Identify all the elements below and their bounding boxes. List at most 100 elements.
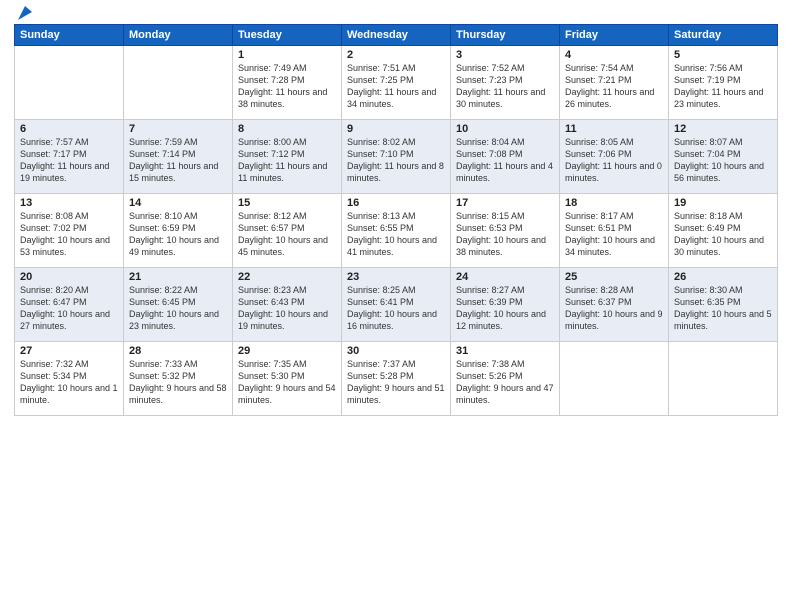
day-number: 21 [129, 271, 227, 283]
day-number: 29 [238, 345, 336, 357]
calendar-day-cell: 23Sunrise: 8:25 AM Sunset: 6:41 PM Dayli… [342, 268, 451, 342]
day-number: 15 [238, 197, 336, 209]
day-number: 2 [347, 49, 445, 61]
calendar-week-row: 20Sunrise: 8:20 AM Sunset: 6:47 PM Dayli… [15, 268, 778, 342]
day-number: 25 [565, 271, 663, 283]
calendar-day-cell: 16Sunrise: 8:13 AM Sunset: 6:55 PM Dayli… [342, 194, 451, 268]
calendar-table: SundayMondayTuesdayWednesdayThursdayFrid… [14, 24, 778, 416]
calendar-day-cell: 29Sunrise: 7:35 AM Sunset: 5:30 PM Dayli… [233, 342, 342, 416]
day-number: 4 [565, 49, 663, 61]
day-number: 9 [347, 123, 445, 135]
calendar-header-cell: Wednesday [342, 25, 451, 46]
day-info: Sunrise: 8:08 AM Sunset: 7:02 PM Dayligh… [20, 210, 118, 259]
day-number: 31 [456, 345, 554, 357]
calendar-day-cell: 28Sunrise: 7:33 AM Sunset: 5:32 PM Dayli… [124, 342, 233, 416]
logo [14, 10, 34, 18]
calendar-body: 1Sunrise: 7:49 AM Sunset: 7:28 PM Daylig… [15, 46, 778, 416]
calendar-header-cell: Monday [124, 25, 233, 46]
calendar-day-cell: 22Sunrise: 8:23 AM Sunset: 6:43 PM Dayli… [233, 268, 342, 342]
calendar-day-cell: 24Sunrise: 8:27 AM Sunset: 6:39 PM Dayli… [451, 268, 560, 342]
logo-bird-icon [16, 4, 34, 22]
calendar-day-cell: 17Sunrise: 8:15 AM Sunset: 6:53 PM Dayli… [451, 194, 560, 268]
header [14, 10, 778, 18]
calendar-day-cell: 5Sunrise: 7:56 AM Sunset: 7:19 PM Daylig… [669, 46, 778, 120]
calendar-day-cell: 13Sunrise: 8:08 AM Sunset: 7:02 PM Dayli… [15, 194, 124, 268]
calendar-header-row: SundayMondayTuesdayWednesdayThursdayFrid… [15, 25, 778, 46]
calendar-header-cell: Tuesday [233, 25, 342, 46]
calendar-day-cell: 9Sunrise: 8:02 AM Sunset: 7:10 PM Daylig… [342, 120, 451, 194]
calendar-day-cell: 6Sunrise: 7:57 AM Sunset: 7:17 PM Daylig… [15, 120, 124, 194]
calendar-day-cell: 26Sunrise: 8:30 AM Sunset: 6:35 PM Dayli… [669, 268, 778, 342]
calendar-header-cell: Thursday [451, 25, 560, 46]
day-info: Sunrise: 7:49 AM Sunset: 7:28 PM Dayligh… [238, 62, 336, 111]
day-info: Sunrise: 7:33 AM Sunset: 5:32 PM Dayligh… [129, 358, 227, 407]
calendar-day-cell: 21Sunrise: 8:22 AM Sunset: 6:45 PM Dayli… [124, 268, 233, 342]
day-info: Sunrise: 8:00 AM Sunset: 7:12 PM Dayligh… [238, 136, 336, 185]
day-info: Sunrise: 8:10 AM Sunset: 6:59 PM Dayligh… [129, 210, 227, 259]
calendar-day-cell: 7Sunrise: 7:59 AM Sunset: 7:14 PM Daylig… [124, 120, 233, 194]
main-container: SundayMondayTuesdayWednesdayThursdayFrid… [0, 0, 792, 426]
day-number: 19 [674, 197, 772, 209]
calendar-day-cell: 14Sunrise: 8:10 AM Sunset: 6:59 PM Dayli… [124, 194, 233, 268]
calendar-week-row: 1Sunrise: 7:49 AM Sunset: 7:28 PM Daylig… [15, 46, 778, 120]
calendar-day-cell: 2Sunrise: 7:51 AM Sunset: 7:25 PM Daylig… [342, 46, 451, 120]
calendar-day-cell: 18Sunrise: 8:17 AM Sunset: 6:51 PM Dayli… [560, 194, 669, 268]
day-info: Sunrise: 8:07 AM Sunset: 7:04 PM Dayligh… [674, 136, 772, 185]
day-number: 27 [20, 345, 118, 357]
calendar-header-cell: Sunday [15, 25, 124, 46]
calendar-day-cell: 27Sunrise: 7:32 AM Sunset: 5:34 PM Dayli… [15, 342, 124, 416]
day-info: Sunrise: 8:13 AM Sunset: 6:55 PM Dayligh… [347, 210, 445, 259]
day-info: Sunrise: 8:15 AM Sunset: 6:53 PM Dayligh… [456, 210, 554, 259]
day-info: Sunrise: 7:37 AM Sunset: 5:28 PM Dayligh… [347, 358, 445, 407]
day-number: 7 [129, 123, 227, 135]
day-number: 8 [238, 123, 336, 135]
day-info: Sunrise: 7:38 AM Sunset: 5:26 PM Dayligh… [456, 358, 554, 407]
calendar-week-row: 6Sunrise: 7:57 AM Sunset: 7:17 PM Daylig… [15, 120, 778, 194]
calendar-day-cell: 20Sunrise: 8:20 AM Sunset: 6:47 PM Dayli… [15, 268, 124, 342]
day-number: 11 [565, 123, 663, 135]
calendar-day-cell: 30Sunrise: 7:37 AM Sunset: 5:28 PM Dayli… [342, 342, 451, 416]
day-info: Sunrise: 7:57 AM Sunset: 7:17 PM Dayligh… [20, 136, 118, 185]
calendar-day-cell: 8Sunrise: 8:00 AM Sunset: 7:12 PM Daylig… [233, 120, 342, 194]
day-number: 18 [565, 197, 663, 209]
day-number: 6 [20, 123, 118, 135]
day-info: Sunrise: 8:02 AM Sunset: 7:10 PM Dayligh… [347, 136, 445, 185]
day-info: Sunrise: 8:23 AM Sunset: 6:43 PM Dayligh… [238, 284, 336, 333]
day-info: Sunrise: 7:32 AM Sunset: 5:34 PM Dayligh… [20, 358, 118, 407]
day-info: Sunrise: 8:27 AM Sunset: 6:39 PM Dayligh… [456, 284, 554, 333]
day-info: Sunrise: 7:56 AM Sunset: 7:19 PM Dayligh… [674, 62, 772, 111]
day-number: 24 [456, 271, 554, 283]
calendar-day-cell: 3Sunrise: 7:52 AM Sunset: 7:23 PM Daylig… [451, 46, 560, 120]
day-number: 5 [674, 49, 772, 61]
day-info: Sunrise: 8:18 AM Sunset: 6:49 PM Dayligh… [674, 210, 772, 259]
day-info: Sunrise: 8:12 AM Sunset: 6:57 PM Dayligh… [238, 210, 336, 259]
day-info: Sunrise: 7:54 AM Sunset: 7:21 PM Dayligh… [565, 62, 663, 111]
calendar-day-cell: 19Sunrise: 8:18 AM Sunset: 6:49 PM Dayli… [669, 194, 778, 268]
calendar-day-cell [669, 342, 778, 416]
calendar-day-cell: 1Sunrise: 7:49 AM Sunset: 7:28 PM Daylig… [233, 46, 342, 120]
day-number: 10 [456, 123, 554, 135]
day-number: 23 [347, 271, 445, 283]
day-number: 28 [129, 345, 227, 357]
calendar-day-cell: 31Sunrise: 7:38 AM Sunset: 5:26 PM Dayli… [451, 342, 560, 416]
day-info: Sunrise: 8:30 AM Sunset: 6:35 PM Dayligh… [674, 284, 772, 333]
calendar-day-cell: 25Sunrise: 8:28 AM Sunset: 6:37 PM Dayli… [560, 268, 669, 342]
day-number: 12 [674, 123, 772, 135]
calendar-day-cell: 4Sunrise: 7:54 AM Sunset: 7:21 PM Daylig… [560, 46, 669, 120]
calendar-week-row: 13Sunrise: 8:08 AM Sunset: 7:02 PM Dayli… [15, 194, 778, 268]
calendar-header-cell: Friday [560, 25, 669, 46]
day-info: Sunrise: 8:20 AM Sunset: 6:47 PM Dayligh… [20, 284, 118, 333]
day-info: Sunrise: 7:51 AM Sunset: 7:25 PM Dayligh… [347, 62, 445, 111]
day-number: 1 [238, 49, 336, 61]
day-number: 30 [347, 345, 445, 357]
day-info: Sunrise: 8:17 AM Sunset: 6:51 PM Dayligh… [565, 210, 663, 259]
day-number: 17 [456, 197, 554, 209]
day-info: Sunrise: 8:04 AM Sunset: 7:08 PM Dayligh… [456, 136, 554, 185]
day-number: 20 [20, 271, 118, 283]
calendar-day-cell [15, 46, 124, 120]
day-info: Sunrise: 8:28 AM Sunset: 6:37 PM Dayligh… [565, 284, 663, 333]
day-number: 3 [456, 49, 554, 61]
day-number: 13 [20, 197, 118, 209]
calendar-week-row: 27Sunrise: 7:32 AM Sunset: 5:34 PM Dayli… [15, 342, 778, 416]
calendar-day-cell [124, 46, 233, 120]
